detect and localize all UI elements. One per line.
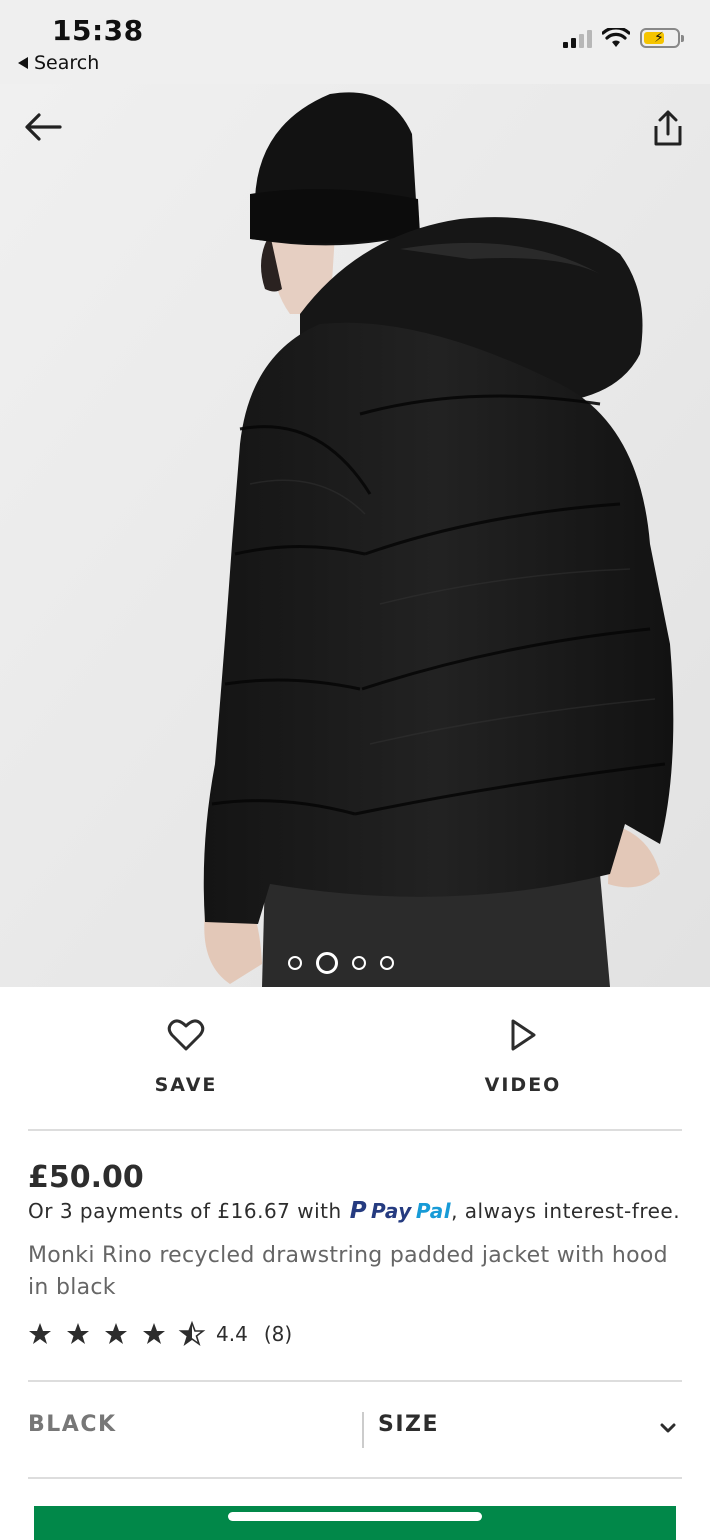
installments-suffix: , always interest-free. bbox=[451, 1199, 681, 1223]
play-icon bbox=[511, 1019, 536, 1051]
heart-icon bbox=[167, 1019, 205, 1051]
save-label: SAVE bbox=[154, 1074, 218, 1096]
size-dropdown[interactable]: SIZE bbox=[378, 1412, 439, 1437]
rating-count: (8) bbox=[263, 1322, 293, 1346]
product-title: Monki Rino recycled drawstring padded ja… bbox=[28, 1243, 668, 1300]
product-price: £50.00 bbox=[28, 1160, 144, 1195]
carousel-dot[interactable] bbox=[380, 956, 394, 970]
carousel-indicator bbox=[0, 952, 696, 974]
divider bbox=[28, 1477, 682, 1479]
video-button[interactable]: VIDEO bbox=[423, 1018, 623, 1096]
back-arrow-icon[interactable] bbox=[22, 110, 64, 144]
paypal-icon: P bbox=[349, 1198, 368, 1224]
wifi-icon bbox=[602, 28, 630, 47]
clock: 15:38 bbox=[52, 14, 144, 47]
back-triangle-icon bbox=[18, 57, 28, 69]
rating-value: 4.4 bbox=[216, 1322, 248, 1346]
rating-row[interactable]: 4.4 (8) bbox=[28, 1320, 292, 1348]
save-button[interactable]: SAVE bbox=[86, 1018, 286, 1096]
video-label: VIDEO bbox=[484, 1074, 562, 1096]
back-app-label: Search bbox=[34, 52, 100, 74]
divider bbox=[28, 1129, 682, 1131]
chevron-down-icon[interactable] bbox=[660, 1422, 676, 1434]
action-row: SAVE VIDEO bbox=[0, 988, 710, 1130]
system-icons: ⚡ bbox=[563, 28, 684, 48]
carousel-dot-active[interactable] bbox=[316, 952, 338, 974]
variant-selectors: BLACK SIZE bbox=[28, 1382, 682, 1478]
share-icon[interactable] bbox=[648, 108, 688, 148]
home-indicator[interactable] bbox=[228, 1512, 482, 1521]
star-rating-icon bbox=[29, 1322, 204, 1345]
selector-divider bbox=[362, 1412, 364, 1448]
product-image[interactable] bbox=[0, 84, 710, 987]
status-bar: 15:38 Search ⚡ bbox=[0, 0, 710, 84]
jacket-illustration bbox=[0, 84, 710, 987]
installments-prefix: Or 3 payments of £16.67 with bbox=[28, 1199, 342, 1223]
back-to-app-link[interactable]: Search bbox=[18, 52, 99, 74]
battery-charging-icon: ⚡ bbox=[640, 28, 684, 48]
carousel-dot[interactable] bbox=[352, 956, 366, 970]
installments-text: Or 3 payments of £16.67 with P Pay Pal , a… bbox=[28, 1198, 680, 1224]
carousel-dot[interactable] bbox=[288, 956, 302, 970]
signal-icon bbox=[563, 28, 592, 48]
colour-label: BLACK bbox=[28, 1412, 117, 1437]
paypal-logo[interactable]: P Pay Pal bbox=[350, 1198, 451, 1224]
